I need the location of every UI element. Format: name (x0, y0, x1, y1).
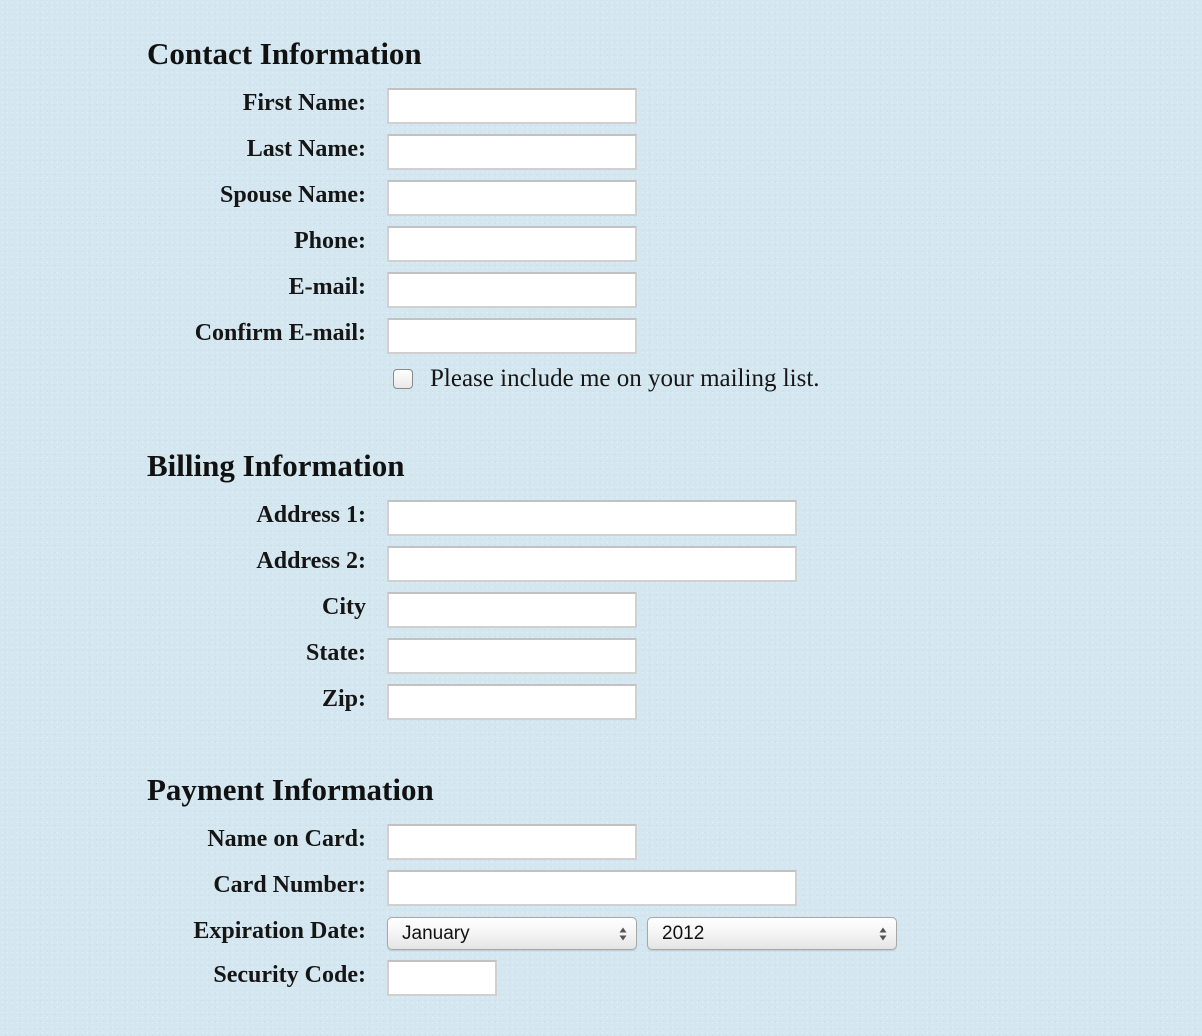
mailing-list-checkbox-label[interactable]: Please include me on your mailing list. (430, 364, 820, 394)
address-1-label: Address 1: (256, 502, 366, 528)
expiration-month-value: January (402, 923, 470, 944)
address-1-input[interactable] (387, 500, 797, 536)
email-label: E-mail: (288, 274, 366, 300)
first-name-input[interactable] (387, 88, 637, 124)
expiration-year-select[interactable]: 2012 (647, 917, 897, 950)
spouse-name-label: Spouse Name: (219, 182, 366, 208)
expiration-date-label: Expiration Date: (193, 918, 366, 944)
name-on-card-input[interactable] (387, 824, 637, 860)
state-input[interactable] (387, 638, 637, 674)
billing-information-heading: Billing Information (147, 448, 405, 483)
city-label: City (322, 594, 366, 620)
select-arrows-icon (879, 927, 887, 941)
email-input[interactable] (387, 272, 637, 308)
last-name-input[interactable] (387, 134, 637, 170)
security-code-input[interactable] (387, 960, 497, 996)
spouse-name-input[interactable] (387, 180, 637, 216)
expiration-year-value: 2012 (662, 923, 705, 944)
card-number-label: Card Number: (213, 872, 366, 898)
confirm-email-label: Confirm E-mail: (194, 320, 366, 346)
first-name-label: First Name: (242, 90, 366, 116)
state-label: State: (306, 640, 366, 666)
last-name-label: Last Name: (246, 136, 366, 162)
phone-input[interactable] (387, 226, 637, 262)
payment-information-heading: Payment Information (147, 772, 434, 807)
address-2-label: Address 2: (256, 548, 366, 574)
phone-label: Phone: (294, 228, 366, 254)
contact-information-heading: Contact Information (147, 36, 422, 71)
address-2-input[interactable] (387, 546, 797, 582)
zip-label: Zip: (321, 686, 366, 712)
city-input[interactable] (387, 592, 637, 628)
card-number-input[interactable] (387, 870, 797, 906)
name-on-card-label: Name on Card: (207, 826, 366, 852)
confirm-email-input[interactable] (387, 318, 637, 354)
mailing-list-checkbox[interactable] (393, 369, 413, 389)
select-arrows-icon (619, 927, 627, 941)
security-code-label: Security Code: (213, 962, 366, 988)
zip-input[interactable] (387, 684, 637, 720)
expiration-month-select[interactable]: January (387, 917, 637, 950)
